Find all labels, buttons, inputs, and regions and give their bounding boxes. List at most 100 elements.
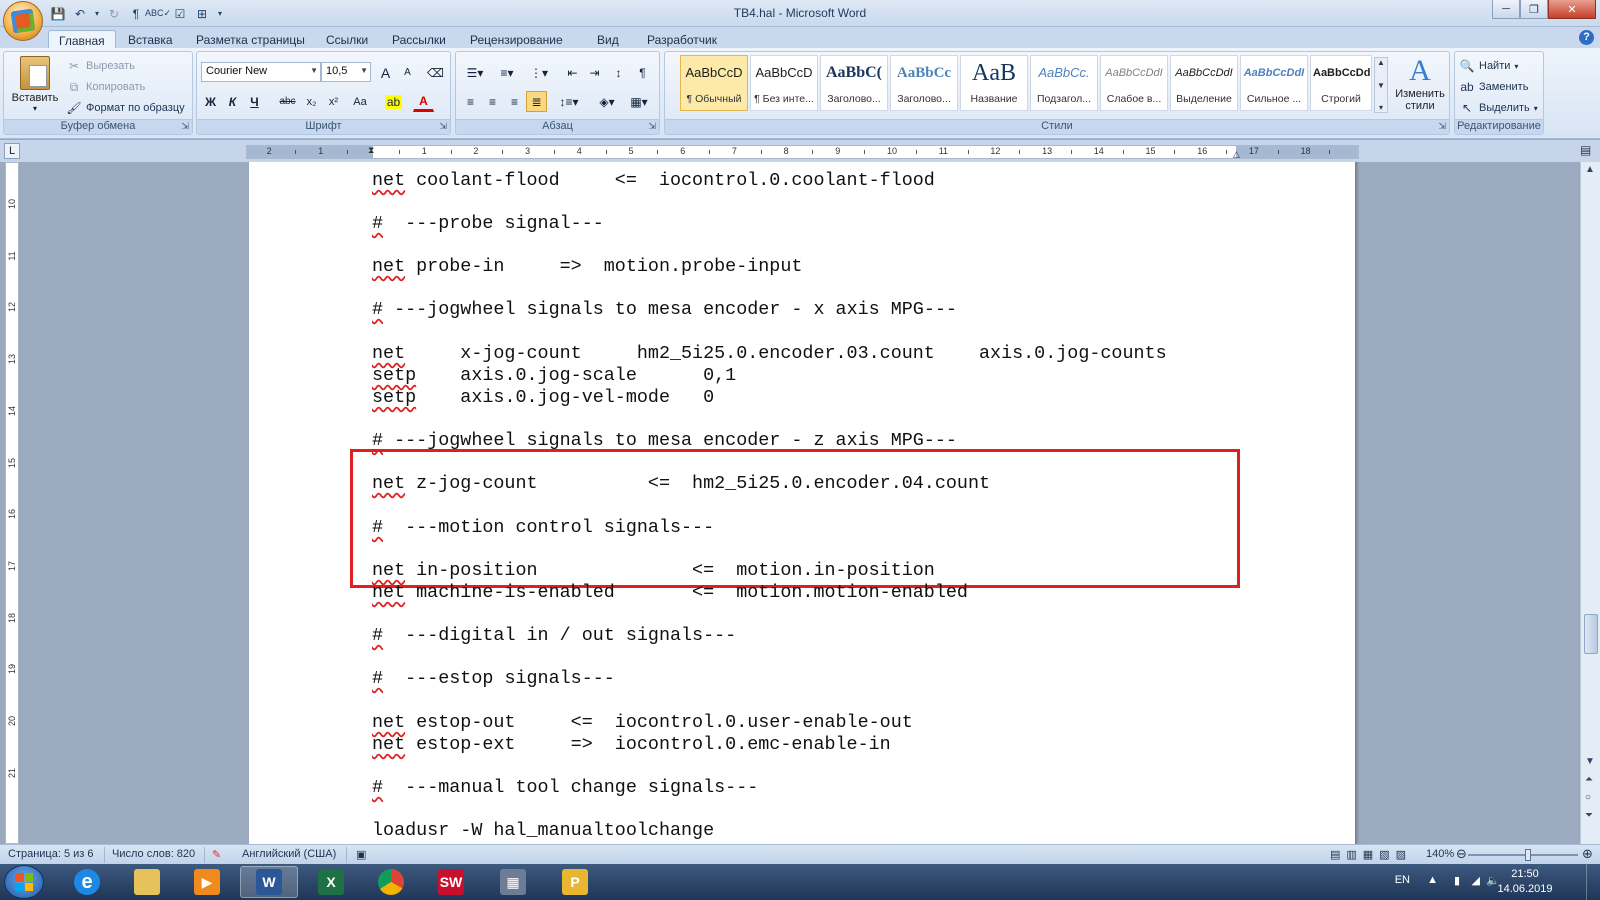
code-line[interactable]: # ---probe signal--- — [372, 213, 604, 235]
macro-record-icon[interactable]: ▣ — [356, 848, 366, 861]
style-title[interactable]: AaB Название — [960, 55, 1028, 111]
zoom-slider[interactable] — [1468, 854, 1578, 856]
taskbar-powerpoint[interactable]: P — [546, 866, 604, 898]
scroll-thumb[interactable] — [1584, 614, 1598, 654]
vertical-ruler[interactable]: 10 11 12 13 14 15 16 17 18 19 20 21 — [5, 162, 19, 844]
code-line[interactable]: setp axis.0.jog-vel-mode 0 — [372, 387, 714, 409]
chevron-down-icon[interactable]: ▼ — [1377, 81, 1385, 90]
dialog-launcher-icon[interactable]: ⇲ — [648, 121, 656, 132]
change-styles-button[interactable]: A Изменить стили — [1394, 54, 1446, 116]
numbering-icon[interactable]: ≡▾ — [492, 62, 522, 83]
code-line[interactable]: net machine-is-enabled <= motion.motion-… — [372, 582, 968, 604]
tab-page-layout[interactable]: Разметка страницы — [186, 30, 315, 49]
align-center-icon[interactable]: ≡ — [482, 91, 503, 112]
right-indent-marker-icon[interactable]: △ — [1233, 149, 1240, 160]
restore-icon[interactable]: ❐ — [1520, 0, 1548, 19]
select-button[interactable]: ↖ Выделить ▾ — [1459, 98, 1538, 118]
code-line[interactable]: # ---estop signals--- — [372, 668, 615, 690]
code-line[interactable]: net coolant-flood <= iocontrol.0.coolant… — [372, 170, 935, 192]
tab-home[interactable]: Главная — [48, 30, 116, 49]
grow-font-button[interactable]: A — [375, 62, 396, 83]
italic-button[interactable]: К — [222, 91, 243, 112]
multilevel-list-icon[interactable]: ⋮▾ — [524, 62, 554, 83]
bold-button[interactable]: Ж — [200, 91, 221, 112]
style-normal[interactable]: AaBbCcD ¶ Обычный — [680, 55, 748, 111]
code-line[interactable]: # ---jogwheel signals to mesa encoder - … — [372, 430, 957, 452]
clock[interactable]: 21:50 14.06.2019 — [1490, 867, 1560, 897]
highlight-icon[interactable]: ab — [383, 91, 404, 112]
subscript-button[interactable]: x₂ — [301, 91, 322, 112]
tab-developer[interactable]: Разработчик — [637, 30, 727, 49]
language-indicator[interactable]: EN — [1395, 874, 1410, 886]
code-line[interactable]: # ---manual tool change signals--- — [372, 777, 758, 799]
chevron-up-icon[interactable]: ▲ — [1377, 58, 1385, 67]
align-right-icon[interactable]: ≡ — [504, 91, 525, 112]
show-marks-icon[interactable]: ¶ — [632, 62, 653, 83]
strikethrough-button[interactable]: abc — [277, 91, 298, 112]
tab-review[interactable]: Рецензирование — [460, 30, 573, 49]
taskbar-explorer[interactable] — [118, 866, 176, 898]
sort-icon[interactable]: ↕ — [608, 62, 629, 83]
decrease-indent-icon[interactable]: ⇤ — [562, 62, 583, 83]
code-line[interactable]: loadusr -W hal_manualtoolchange — [372, 820, 714, 842]
format-painter-button[interactable]: 🖌 Формат по образцу — [66, 98, 184, 118]
find-button[interactable]: 🔍 Найти ▾ — [1459, 56, 1519, 76]
prev-page-icon[interactable]: ⏶ — [1585, 774, 1593, 785]
style-subtitle[interactable]: AaBbCc. Подзагол... — [1030, 55, 1098, 111]
view-ruler-icon[interactable]: ▤ — [1580, 143, 1596, 159]
style-subtle-emphasis[interactable]: AaBbCcDdI Слабое в... — [1100, 55, 1168, 111]
zoom-level[interactable]: 140% — [1426, 848, 1454, 860]
more-icon[interactable]: ▾ — [1379, 103, 1383, 112]
style-heading-1[interactable]: AaBbC(Заголово... — [820, 55, 888, 111]
document-page[interactable]: net coolant-flood <= iocontrol.0.coolant… — [249, 162, 1355, 844]
style-emphasis[interactable]: AaBbCcDdI Выделение — [1170, 55, 1238, 111]
minimize-icon[interactable]: ─ — [1492, 0, 1520, 19]
dialog-launcher-icon[interactable]: ⇲ — [1438, 121, 1446, 132]
style-no-spacing[interactable]: AaBbCcD ¶ Без инте... — [750, 55, 818, 111]
close-icon[interactable]: ✕ — [1548, 0, 1596, 19]
code-line[interactable]: setp axis.0.jog-scale 0,1 — [372, 365, 736, 387]
style-intense-emphasis[interactable]: AaBbCcDdI Сильное ... — [1240, 55, 1308, 111]
scroll-up-icon[interactable]: ▲ — [1585, 164, 1595, 175]
dialog-launcher-icon[interactable]: ⇲ — [181, 121, 189, 132]
tab-selector-icon[interactable]: L — [4, 143, 20, 159]
select-browse-object-icon[interactable]: ○ — [1585, 792, 1591, 803]
taskbar-solidworks[interactable]: SW — [422, 866, 480, 898]
replace-button[interactable]: ab Заменить — [1459, 77, 1528, 97]
code-line[interactable]: # ---jogwheel signals to mesa encoder - … — [372, 299, 957, 321]
language[interactable]: Английский (США) — [242, 848, 336, 860]
clear-format-icon[interactable]: ⌫ — [425, 62, 446, 83]
network-icon[interactable]: ▮ — [1454, 874, 1460, 887]
indent-marker-icon[interactable]: ⧗ — [368, 145, 374, 156]
style-heading-2[interactable]: AaBbCc Заголово... — [890, 55, 958, 111]
superscript-button[interactable]: x² — [323, 91, 344, 112]
code-line[interactable]: net x-jog-count hm2_5i25.0.encoder.03.co… — [372, 343, 1167, 365]
help-icon[interactable]: ? — [1579, 30, 1594, 45]
align-left-icon[interactable]: ≡ — [460, 91, 481, 112]
paste-button[interactable]: Вставить ▾ — [8, 56, 62, 116]
word-count[interactable]: Число слов: 820 — [112, 848, 195, 860]
code-line[interactable]: net estop-ext => iocontrol.0.emc-enable-… — [372, 734, 891, 756]
show-hidden-icon[interactable]: ▲ — [1427, 874, 1438, 886]
next-page-icon[interactable]: ⏷ — [1585, 810, 1593, 821]
font-color-button[interactable]: A — [413, 91, 434, 112]
zoom-slider-thumb[interactable] — [1525, 849, 1531, 861]
cut-button[interactable]: ✂ Вырезать — [66, 56, 135, 76]
font-name-combo[interactable]: Courier New ▼ — [201, 62, 321, 82]
style-strong[interactable]: AaBbCcDdE Строгий — [1310, 55, 1372, 111]
view-buttons[interactable]: ▤▥▦▧▨ — [1330, 848, 1412, 861]
taskbar-excel[interactable]: X — [302, 866, 360, 898]
code-line[interactable]: net z-jog-count <= hm2_5i25.0.encoder.04… — [372, 473, 990, 495]
increase-indent-icon[interactable]: ⇥ — [584, 62, 605, 83]
code-line[interactable]: net probe-in => motion.probe-input — [372, 256, 802, 278]
start-button[interactable] — [4, 865, 44, 899]
shading-icon[interactable]: ◈▾ — [592, 91, 622, 112]
zoom-out-icon[interactable]: ⊖ — [1456, 846, 1467, 862]
shrink-font-button[interactable]: A — [397, 62, 418, 83]
tab-mailings[interactable]: Рассылки — [382, 30, 456, 49]
styles-scroll[interactable]: ▲ ▼ ▾ — [1374, 57, 1388, 113]
scroll-down-icon[interactable]: ▼ — [1585, 756, 1595, 767]
horizontal-ruler[interactable]: 2 1 1 2 3 4 5 6 7 8 9 10 11 12 13 14 15 16 17 18 ⧗ △ — [246, 145, 1359, 159]
change-case-button[interactable]: Aa — [347, 91, 373, 112]
vertical-scrollbar[interactable]: ▲ ▼ ⏶ ○ ⏷ — [1580, 162, 1600, 844]
